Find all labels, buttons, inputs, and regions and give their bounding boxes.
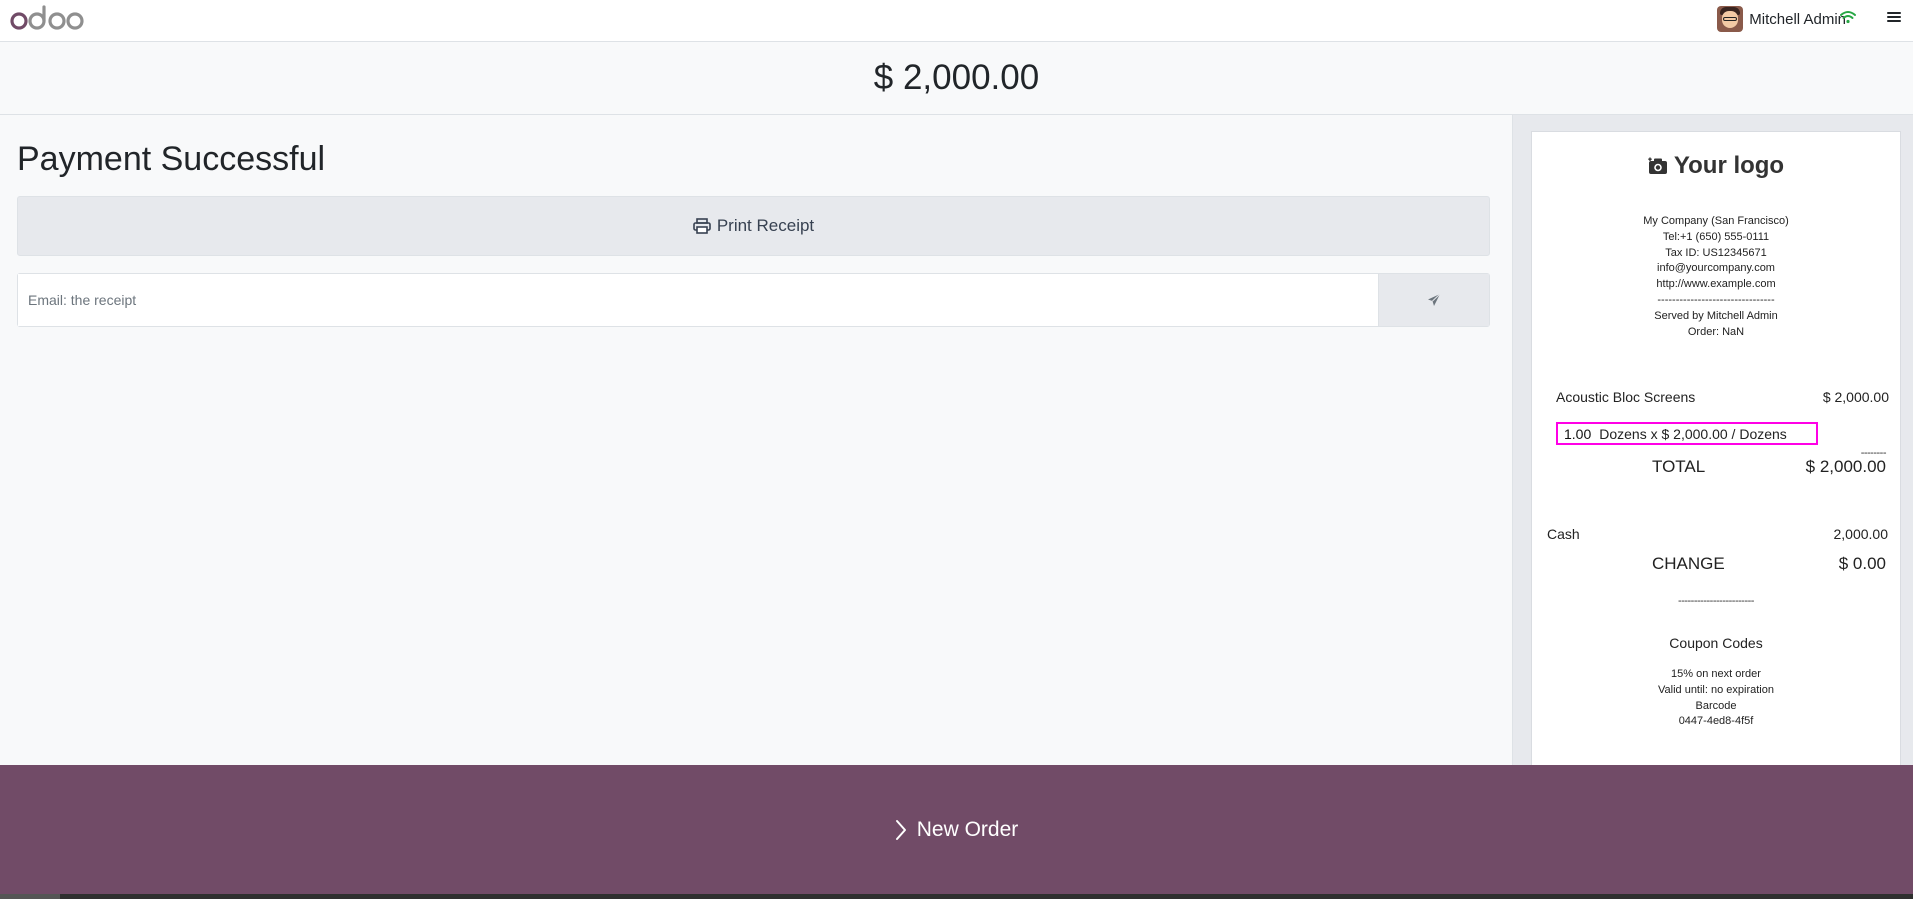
new-order-label: New Order (916, 817, 1019, 841)
paper-plane-icon (1428, 293, 1441, 306)
coupon-code: 0447-4ed8-4f5f (1678, 715, 1754, 728)
receipt: Your logo My Company (San Francisco) Tel… (1531, 131, 1901, 765)
payment-method: Cash (1547, 526, 1580, 542)
company-website: http://www.example.com (1656, 278, 1776, 291)
avatar (1717, 6, 1744, 32)
email-input[interactable] (18, 274, 1378, 326)
horizontal-scrollbar[interactable] (0, 894, 1913, 899)
total-label: TOTAL (1652, 457, 1706, 476)
orderline-qty: 1.00 (1564, 425, 1592, 442)
company-info: My Company (San Francisco) Tel:+1 (650) … (1532, 214, 1900, 340)
coupon-validity: Valid until: no expiration (1658, 683, 1774, 696)
total-amount: $ 2,000.00 (873, 58, 1040, 97)
print-receipt-button[interactable]: Print Receipt (17, 196, 1490, 256)
company-name: My Company (San Francisco) (1643, 215, 1789, 227)
orderline-detail-highlighted: 1.00 Dozens x $ 2,000.00 / Dozens (1556, 422, 1818, 445)
company-email: info@yourcompany.com (1657, 262, 1775, 275)
total-value: $ 2,000.00 (1805, 457, 1886, 476)
camera-icon (1648, 157, 1667, 174)
payment-amount: 2,000.00 (1833, 526, 1889, 542)
company-tax-id: Tax ID: US12345671 (1665, 246, 1767, 259)
order-number: Order: NaN (1687, 325, 1745, 338)
user-menu[interactable]: Mitchell Admin (1717, 5, 1846, 33)
served-by: Served by Mitchell Admin (1654, 309, 1778, 322)
email-receipt-group (17, 273, 1490, 327)
hamburger-menu-icon[interactable] (1887, 10, 1901, 24)
receipt-separator: ------------------------ (1678, 595, 1754, 607)
page-title: Payment Successful (17, 140, 326, 178)
chevron-right-icon (895, 819, 906, 840)
orderline-price: $ 2,000.00 (1822, 389, 1889, 405)
printer-icon (693, 218, 711, 234)
company-separator: -------------------------------- (1657, 293, 1775, 306)
logo-text: Your logo (1673, 152, 1785, 179)
coupon-title: Coupon Codes (1669, 635, 1763, 651)
payment-status-pane: Payment Successful Print Receipt (0, 115, 1512, 765)
change-value: $ 0.00 (1838, 554, 1886, 573)
coupon-info: 15% on next order Valid until: no expira… (1532, 667, 1900, 730)
scrollbar-thumb[interactable] (0, 894, 60, 899)
user-name: Mitchell Admin (1749, 10, 1846, 28)
orderline: Acoustic Bloc Screens $ 2,000.00 (1556, 389, 1889, 405)
amount-header: $ 2,000.00 (0, 42, 1913, 115)
send-email-button[interactable] (1378, 274, 1489, 326)
odoo-logo[interactable] (10, 3, 86, 33)
new-order-button[interactable]: New Order (0, 765, 1913, 894)
coupon-description: 15% on next order (1671, 668, 1761, 680)
wifi-icon[interactable] (1840, 10, 1856, 24)
company-phone: Tel:+1 (650) 555-0111 (1662, 230, 1770, 243)
print-receipt-label: Print Receipt (716, 216, 815, 235)
coupon-barcode-label: Barcode (1695, 699, 1737, 712)
receipt-logo: Your logo (1532, 152, 1900, 180)
top-navbar: Mitchell Admin (0, 0, 1913, 42)
orderline-product: Acoustic Bloc Screens (1556, 389, 1696, 405)
orderline-unit-detail: Dozens x $ 2,000.00 / Dozens (1599, 425, 1787, 442)
change-label: CHANGE (1652, 554, 1725, 573)
payment-line: Cash 2,000.00 (1547, 526, 1888, 542)
receipt-pane: Your logo My Company (San Francisco) Tel… (1512, 115, 1913, 765)
